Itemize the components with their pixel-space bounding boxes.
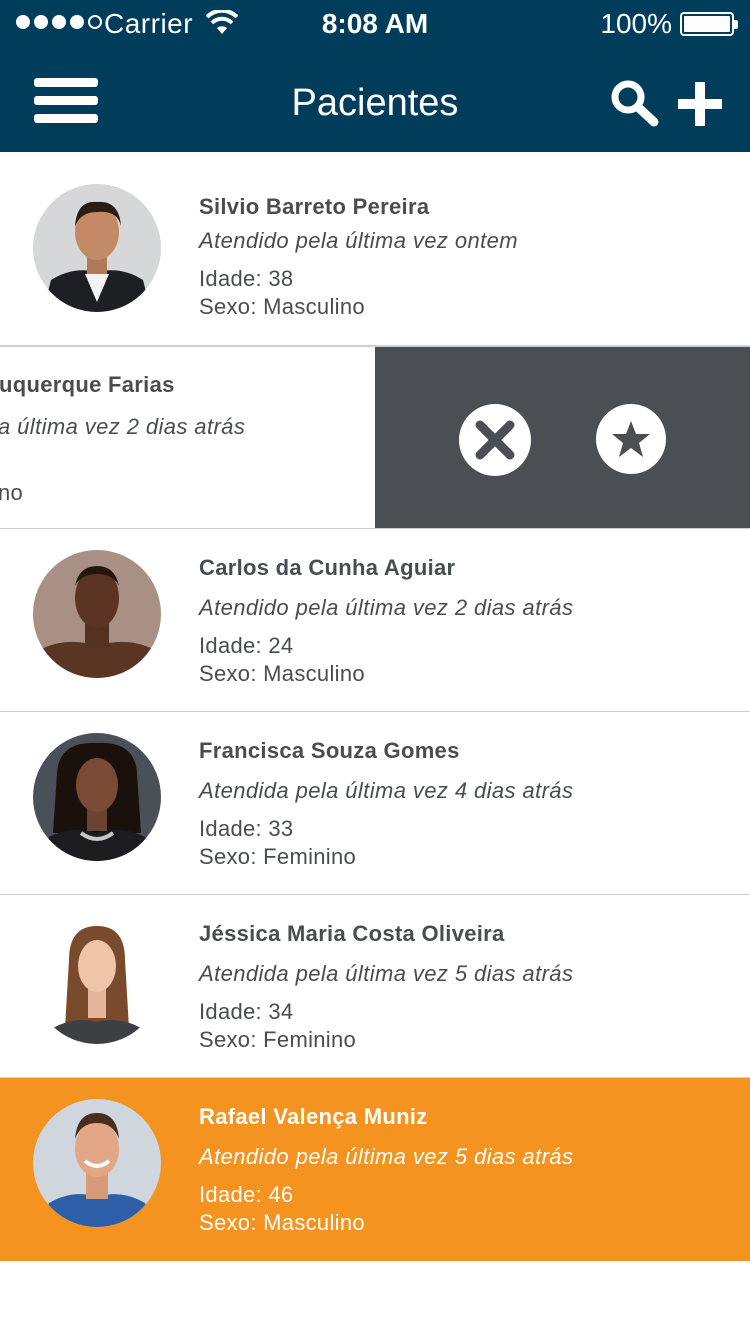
last-visit: Atendido pela última vez 2 dias atrás — [199, 595, 574, 620]
avatar — [33, 916, 161, 1044]
last-visit: Atendido pela última vez 5 dias atrás — [199, 1144, 574, 1169]
patient-row[interactable]: Silvio Barreto Pereira Atendido pela últ… — [0, 152, 750, 346]
patient-sex: Sexo: Feminino — [199, 844, 357, 869]
add-patient-button[interactable] — [674, 78, 726, 130]
patient-age: Idade: 38 — [199, 266, 294, 291]
patient-name: Jéssica Maria Costa Oliveira — [199, 921, 505, 946]
patient-row[interactable]: Francisca Souza Gomes Atendida pela últi… — [0, 712, 750, 895]
patient-sex: no — [0, 480, 24, 505]
favorite-button[interactable] — [596, 404, 666, 474]
patient-age: Idade: 34 — [199, 999, 294, 1024]
patient-row[interactable]: Carlos da Cunha Aguiar Atendido pela últ… — [0, 529, 750, 712]
patient-name: Francisca Souza Gomes — [199, 738, 460, 763]
search-icon — [611, 80, 659, 127]
battery-icon — [680, 12, 738, 36]
navigation-bar: Carrier 8:08 AM 100% Pacientes — [0, 0, 750, 152]
patient-sex: Sexo: Masculino — [199, 1210, 365, 1235]
patient-sex: Sexo: Masculino — [199, 294, 365, 319]
patient-info: Rafael Valença Muniz Atendido pela últim… — [199, 1104, 573, 1238]
patient-age — [0, 452, 375, 480]
patient-info: Francisca Souza Gomes Atendida pela últi… — [199, 738, 573, 872]
last-visit: Atendido pela última vez ontem — [199, 228, 518, 253]
plus-icon — [678, 82, 722, 126]
star-circle-icon — [612, 421, 650, 457]
patient-row[interactable]: Jéssica Maria Costa Oliveira Atendida pe… — [0, 895, 750, 1078]
row-actions — [375, 347, 750, 528]
patient-name: Rafael Valença Muniz — [199, 1104, 428, 1129]
swiped-patient-row[interactable]: uquerque Farias a última vez 2 dias atrá… — [0, 346, 750, 529]
patient-sex: Sexo: Masculino — [199, 661, 365, 686]
patient-info: Jéssica Maria Costa Oliveira Atendida pe… — [199, 921, 573, 1055]
avatar — [33, 733, 161, 861]
last-visit: Atendida pela última vez 4 dias atrás — [199, 778, 574, 803]
patient-row-selected[interactable]: Rafael Valença Muniz Atendido pela últim… — [0, 1078, 750, 1261]
patient-info: Silvio Barreto Pereira Atendido pela últ… — [199, 194, 518, 322]
avatar — [33, 550, 161, 678]
patient-info: Carlos da Cunha Aguiar Atendido pela últ… — [199, 555, 573, 689]
last-visit: Atendida pela última vez 5 dias atrás — [199, 961, 574, 986]
avatar — [33, 1099, 161, 1227]
delete-button[interactable] — [459, 404, 531, 476]
patient-sex: Sexo: Feminino — [199, 1027, 357, 1052]
patient-age: Idade: 33 — [199, 816, 294, 841]
search-button[interactable] — [608, 78, 662, 128]
status-bar: Carrier 8:08 AM 100% — [0, 0, 750, 48]
patient-age: Idade: 24 — [199, 633, 294, 658]
patient-name: Silvio Barreto Pereira — [199, 194, 430, 219]
close-circle-icon — [475, 420, 515, 460]
avatar — [33, 184, 161, 312]
patient-age: Idade: 46 — [199, 1182, 294, 1207]
battery-percent: 100% — [600, 8, 672, 39]
swiped-row-content[interactable]: uquerque Farias a última vez 2 dias atrá… — [0, 347, 375, 528]
patient-info: uquerque Farias a última vez 2 dias atrá… — [0, 372, 375, 508]
last-visit: a última vez 2 dias atrás — [0, 414, 246, 439]
patient-name: Carlos da Cunha Aguiar — [199, 555, 456, 580]
patient-name: uquerque Farias — [0, 372, 175, 397]
